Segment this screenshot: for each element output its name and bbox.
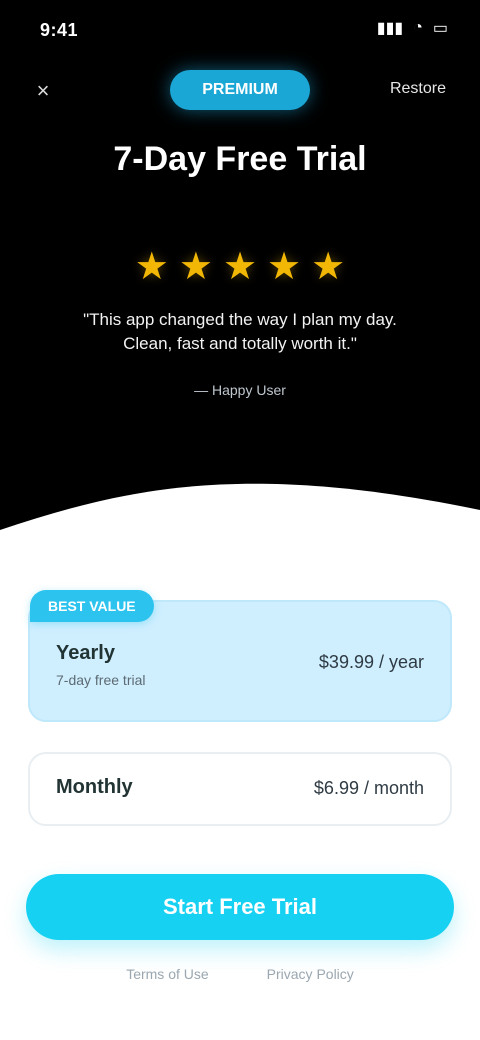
star-icon: ★ — [134, 246, 169, 288]
page-title: 7-Day Free Trial — [113, 140, 367, 178]
premium-badge: PREMIUM — [170, 70, 310, 110]
close-icon: × — [36, 78, 50, 103]
plan-option-monthly[interactable]: Monthly $6.99 / month — [28, 752, 452, 826]
rating-stars: ★ ★ ★ ★ ★ — [0, 248, 480, 286]
best-value-badge: BEST VALUE — [30, 590, 154, 622]
start-trial-button[interactable]: Start Free Trial — [26, 874, 454, 940]
star-icon: ★ — [222, 246, 258, 288]
status-icons: ▮▮▮ ◔ ▭ — [377, 18, 448, 38]
star-icon: ★ — [311, 246, 346, 288]
footer-links: Terms of Use Privacy Policy — [0, 966, 480, 982]
plan-price: $6.99 / month — [313, 778, 424, 798]
star-icon: ★ — [178, 246, 213, 288]
plan-name: Yearly — [56, 642, 115, 664]
terms-link[interactable]: Terms of Use — [126, 966, 208, 982]
plan-option-yearly[interactable]: BEST VALUE Yearly 7-day free trial $39.9… — [28, 590, 452, 722]
restore-purchases-link[interactable]: Restore — [390, 80, 446, 98]
testimonial-author: — Happy User — [194, 382, 286, 398]
status-bar: 9:41 ▮▮▮ ◔ ▭ — [0, 0, 480, 60]
signal-icon: ▮▮▮ — [376, 20, 404, 37]
plan-name: Monthly — [56, 776, 133, 798]
status-time: 9:41 — [40, 20, 79, 40]
star-icon: ★ — [267, 246, 302, 288]
plan-price: $39.99 / year — [318, 652, 424, 672]
battery-icon: ▭ — [432, 20, 448, 37]
testimonial-text: "This app changed the way I plan my day.… — [83, 310, 397, 353]
privacy-link[interactable]: Privacy Policy — [267, 966, 354, 982]
plan-subtitle: 7-day free trial — [56, 672, 146, 688]
wifi-icon: ◔ — [413, 19, 423, 36]
close-button[interactable]: × — [26, 74, 60, 108]
